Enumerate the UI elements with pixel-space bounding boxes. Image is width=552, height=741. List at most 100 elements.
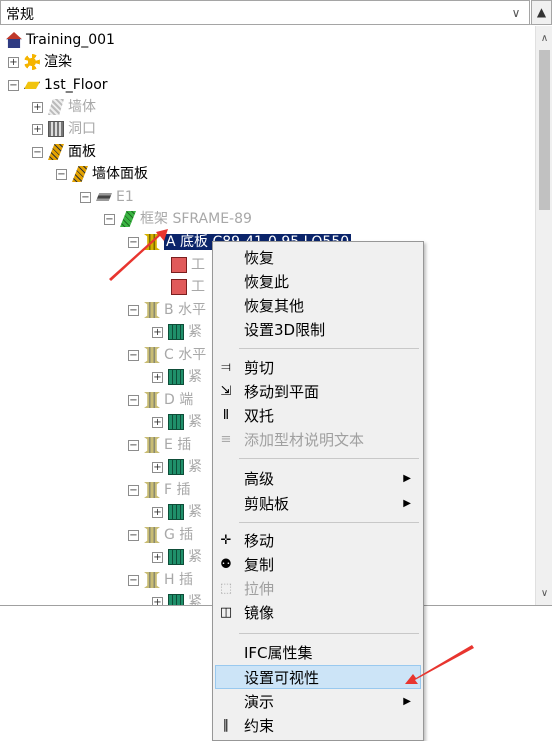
menu-item-cut[interactable]: ⫤ 剪切 <box>215 356 421 380</box>
menu-item-mirror[interactable]: ◫ 镜像 <box>215 601 421 625</box>
triangle-right-icon: ▶ <box>403 696 411 707</box>
stud-icon <box>144 234 160 250</box>
menu-separator <box>239 522 419 523</box>
tree-node-wall[interactable]: + 墙体 <box>32 96 96 118</box>
sun-icon <box>24 54 40 70</box>
menu-item-set-3d-limit[interactable]: 设置3D限制 <box>215 318 421 342</box>
menu-item-constraint[interactable]: ∥ 约束 <box>215 714 421 738</box>
collapse-icon[interactable]: − <box>128 529 139 541</box>
expand-icon[interactable]: + <box>152 461 163 473</box>
tree-node-g[interactable]: − G 插 <box>128 524 193 546</box>
view-mode-dropdown[interactable]: 常规 ∨ <box>0 0 530 25</box>
expand-icon[interactable]: + <box>152 551 163 563</box>
collapse-icon[interactable]: − <box>128 349 139 361</box>
stud-icon <box>144 347 160 363</box>
fastener-icon <box>168 594 184 605</box>
expand-icon[interactable]: + <box>8 56 19 68</box>
collapse-icon[interactable]: − <box>128 484 139 496</box>
tree-node-f[interactable]: − F 插 <box>128 479 191 501</box>
view-selector-bar: 常规 ∨ ▲ <box>0 0 552 25</box>
fastener-icon <box>168 414 184 430</box>
menu-item-add-profile-text[interactable]: ≡ 添加型材说明文本 <box>215 428 421 452</box>
triangle-right-icon: ▶ <box>403 473 411 484</box>
scroll-thumb[interactable] <box>539 50 550 210</box>
mirror-icon: ◫ <box>219 605 233 620</box>
tree-node-f-child[interactable]: + 紧 <box>152 501 202 523</box>
tree-node-e1[interactable]: − E1 <box>80 186 134 208</box>
expand-icon[interactable]: + <box>152 371 163 383</box>
collapse-icon[interactable]: − <box>128 236 139 248</box>
tool-box-icon <box>171 279 187 295</box>
collapse-icon[interactable]: − <box>56 168 67 180</box>
collapse-icon[interactable]: − <box>80 191 91 203</box>
expand-icon[interactable]: + <box>152 506 163 518</box>
scroll-up-icon[interactable]: ∧ <box>536 30 552 47</box>
tree-node-c-child[interactable]: + 紧 <box>152 366 202 388</box>
cut-icon: ⫤ <box>221 360 231 375</box>
expand-icon[interactable]: + <box>32 101 43 113</box>
constraint-icon: ∥ <box>222 718 230 733</box>
tree-node-floor[interactable]: −1st_Floor <box>8 74 108 96</box>
tree-node-h[interactable]: − H 插 <box>128 569 193 591</box>
tree-node-frame[interactable]: − 框架 SFRAME-89 <box>104 208 252 230</box>
tree-vertical-scrollbar[interactable]: ∧ ∨ <box>535 26 552 605</box>
expand-icon[interactable]: + <box>152 326 163 338</box>
menu-item-double-stud[interactable]: Ⅱ 双托 <box>215 404 421 428</box>
tree-node-d-child[interactable]: + 紧 <box>152 411 202 433</box>
tree-node-wall-panel[interactable]: − 墙体面板 <box>56 163 148 185</box>
menu-item-set-visibility[interactable]: 设置可视性 <box>215 665 421 689</box>
fastener-icon <box>168 459 184 475</box>
collapse-icon[interactable]: − <box>128 394 139 406</box>
tool-box-icon <box>171 257 187 273</box>
tree-node-e[interactable]: − E 插 <box>128 434 191 456</box>
tree-node-sub2[interactable]: 工 <box>171 276 205 298</box>
description-text-icon: ≡ <box>220 432 232 447</box>
stretch-icon: ⬚ <box>219 581 233 596</box>
menu-item-stretch[interactable]: ⬚ 拉伸 <box>215 577 421 601</box>
menu-separator <box>239 458 419 459</box>
collapse-icon[interactable]: − <box>32 146 43 158</box>
expand-icon[interactable]: + <box>32 123 43 135</box>
menu-item-restore-others[interactable]: 恢复其他 <box>215 294 421 318</box>
collapse-icon[interactable]: − <box>128 304 139 316</box>
menu-item-copy[interactable]: ⚉ 复制 <box>215 553 421 577</box>
expand-icon[interactable]: + <box>152 416 163 428</box>
tree-node-e-child[interactable]: + 紧 <box>152 456 202 478</box>
menu-item-ifc-property-set[interactable]: IFC属性集 <box>215 641 421 665</box>
triangle-up-icon[interactable]: ▲ <box>531 0 552 25</box>
tree-node-sub1[interactable]: 工 <box>171 254 205 276</box>
tree-node-panel[interactable]: − 面板 <box>32 141 96 163</box>
tree-node-opening[interactable]: + 洞口 <box>32 118 96 140</box>
context-menu: 恢复 恢复此 恢复其他 设置3D限制 ⫤ 剪切 ⇲ 移动到平面 Ⅱ 双托 ≡ 添… <box>212 241 424 741</box>
menu-item-restore-this[interactable]: 恢复此 <box>215 270 421 294</box>
tree-node-b[interactable]: − B 水平 <box>128 299 206 321</box>
tree-node-c[interactable]: − C 水平 <box>128 344 206 366</box>
collapse-icon[interactable]: − <box>8 79 19 91</box>
stud-icon <box>144 392 160 408</box>
stud-icon <box>144 482 160 498</box>
menu-item-demo[interactable]: 演示 ▶ <box>215 690 421 714</box>
tree-node-h-child[interactable]: + 紧 <box>152 591 202 605</box>
chevron-down-icon[interactable]: ∨ <box>507 4 525 22</box>
collapse-icon[interactable]: − <box>128 574 139 586</box>
collapse-icon[interactable]: − <box>128 439 139 451</box>
scroll-down-icon[interactable]: ∨ <box>536 585 552 602</box>
fastener-icon <box>168 504 184 520</box>
stud-icon <box>144 572 160 588</box>
tree-node-d[interactable]: − D 端 <box>128 389 193 411</box>
menu-item-advanced[interactable]: 高级 ▶ <box>215 467 421 491</box>
collapse-icon[interactable]: − <box>104 213 115 225</box>
expand-icon[interactable]: + <box>152 596 163 605</box>
tree-node-root[interactable]: Training_001 <box>6 29 115 51</box>
panel-icon <box>48 144 64 160</box>
tree-node-render[interactable]: + 渲染 <box>8 51 72 73</box>
menu-item-move-to-plane[interactable]: ⇲ 移动到平面 <box>215 380 421 404</box>
menu-item-move[interactable]: ✛ 移动 <box>215 529 421 553</box>
stud-icon <box>144 527 160 543</box>
tree-node-g-child[interactable]: + 紧 <box>152 546 202 568</box>
copy-icon: ⚉ <box>220 557 232 572</box>
tree-node-b-child[interactable]: + 紧 <box>152 321 202 343</box>
fastener-icon <box>168 369 184 385</box>
menu-item-clipboard[interactable]: 剪贴板 ▶ <box>215 492 421 516</box>
menu-item-restore[interactable]: 恢复 <box>215 246 421 270</box>
